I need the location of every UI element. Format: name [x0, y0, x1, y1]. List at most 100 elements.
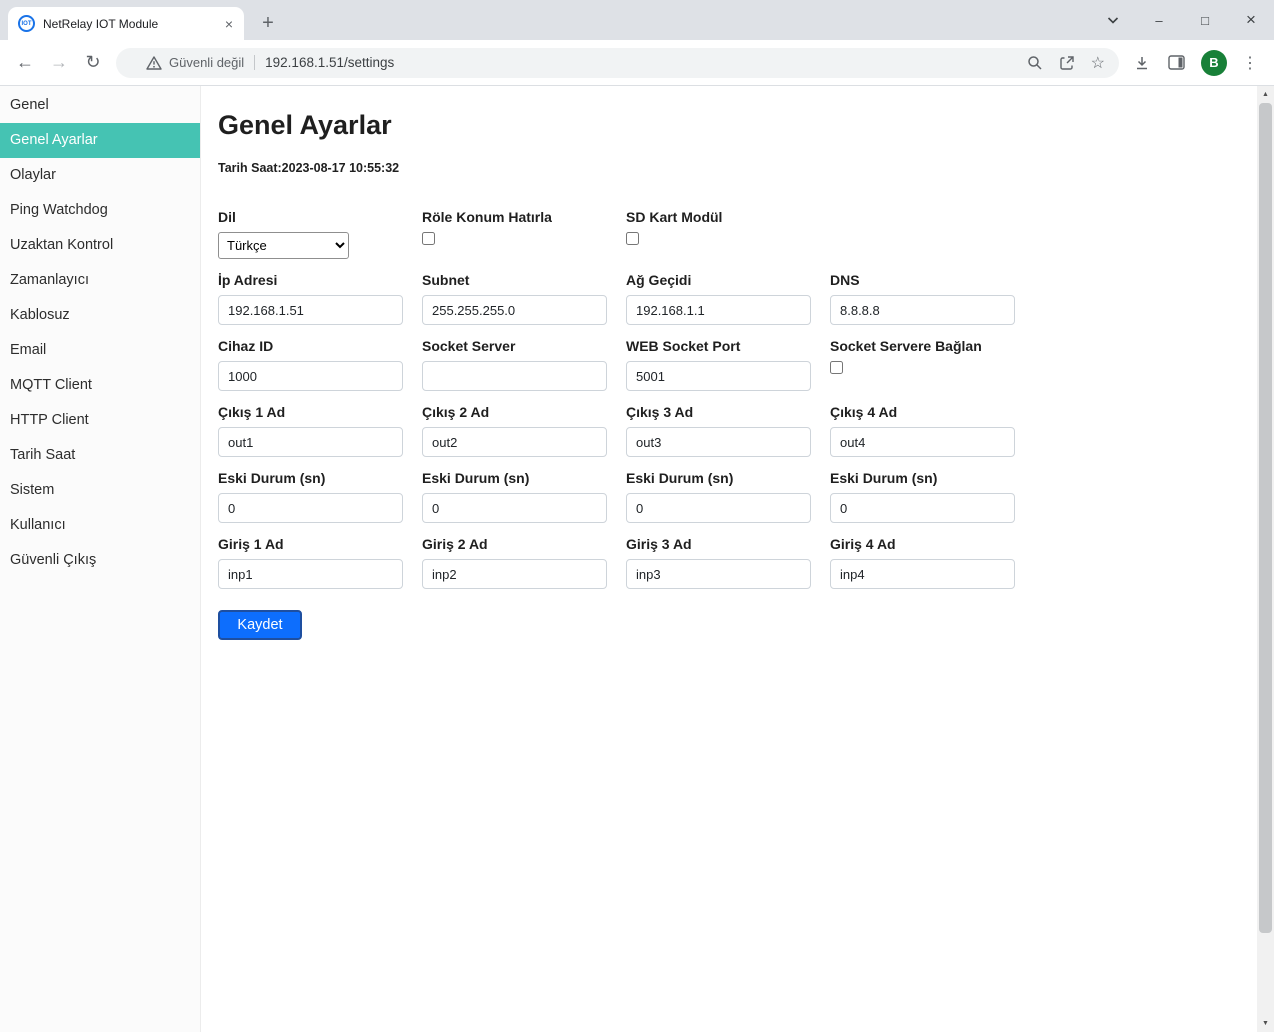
side-panel-icon[interactable]	[1168, 55, 1185, 70]
field-giris4: Giriş 4 Ad	[830, 536, 1034, 589]
device-id-input[interactable]	[218, 361, 403, 391]
sidebar-item-sistem[interactable]: Sistem	[0, 473, 200, 508]
field-socket-server: Socket Server	[422, 338, 626, 391]
bookmark-star-icon[interactable]: ☆	[1091, 53, 1105, 73]
field-ag-gecidi: Ağ Geçidi	[626, 272, 830, 325]
address-bar[interactable]: Güvenli değil 192.168.1.51/settings ☆	[116, 48, 1119, 78]
subnet-input[interactable]	[422, 295, 607, 325]
web-socket-port-input[interactable]	[626, 361, 811, 391]
sidebar-item-mqtt-client[interactable]: MQTT Client	[0, 368, 200, 403]
maximize-button[interactable]: □	[1182, 0, 1228, 40]
field-eski-durum2: Eski Durum (sn)	[422, 470, 626, 523]
output3-name-input[interactable]	[626, 427, 811, 457]
scroll-down-icon[interactable]: ▼	[1257, 1015, 1274, 1032]
prev-state4-input[interactable]	[830, 493, 1015, 523]
prev-state1-input[interactable]	[218, 493, 403, 523]
field-socket-servere-baglan: Socket Servere Bağlan	[830, 338, 1034, 391]
sidebar-nav: Genel Genel Ayarlar Olaylar Ping Watchdo…	[0, 86, 201, 1032]
menu-kebab-icon[interactable]: ⋮	[1242, 53, 1258, 73]
sidebar-item-guvenli-cikis[interactable]: Güvenli Çıkış	[0, 543, 200, 578]
eski-durum3-label: Eski Durum (sn)	[626, 470, 830, 486]
share-icon[interactable]	[1059, 55, 1075, 71]
profile-avatar[interactable]: B	[1201, 50, 1227, 76]
sidebar-item-ping-watchdog[interactable]: Ping Watchdog	[0, 193, 200, 228]
field-eski-durum3: Eski Durum (sn)	[626, 470, 830, 523]
browser-tab[interactable]: IOT NetRelay IOT Module ×	[8, 7, 244, 40]
settings-form: Dil Türkçe Röle Konum Hatırla SD Kart Mo…	[218, 209, 1274, 602]
scroll-up-icon[interactable]: ▲	[1257, 86, 1274, 103]
eski-durum2-label: Eski Durum (sn)	[422, 470, 626, 486]
reload-button[interactable]: ↻	[78, 48, 108, 78]
input3-name-input[interactable]	[626, 559, 811, 589]
giris2-label: Giriş 2 Ad	[422, 536, 626, 552]
field-giris1: Giriş 1 Ad	[218, 536, 422, 589]
url-text: 192.168.1.51/settings	[265, 55, 394, 70]
security-warning-label: Güvenli değil	[169, 55, 244, 70]
relay-position-checkbox[interactable]	[422, 232, 435, 245]
chevron-down-icon[interactable]	[1090, 0, 1136, 40]
settings-main: Genel Ayarlar Tarih Saat:2023-08-17 10:5…	[201, 86, 1274, 1032]
output2-name-input[interactable]	[422, 427, 607, 457]
page-scrollbar[interactable]: ▲ ▼	[1257, 86, 1274, 1032]
field-cikis4: Çıkış 4 Ad	[830, 404, 1034, 457]
field-role-konum-hatirla: Röle Konum Hatırla	[422, 209, 626, 259]
dns-input[interactable]	[830, 295, 1015, 325]
page-content: Genel Genel Ayarlar Olaylar Ping Watchdo…	[0, 86, 1274, 1032]
field-cikis2: Çıkış 2 Ad	[422, 404, 626, 457]
cikis1-label: Çıkış 1 Ad	[218, 404, 422, 420]
scrollbar-thumb[interactable]	[1259, 103, 1272, 933]
download-icon[interactable]	[1134, 55, 1150, 71]
field-ip-adresi: İp Adresi	[218, 272, 422, 325]
socket-connect-checkbox[interactable]	[830, 361, 843, 374]
search-icon[interactable]	[1027, 55, 1043, 71]
gateway-input[interactable]	[626, 295, 811, 325]
sidebar-item-olaylar[interactable]: Olaylar	[0, 158, 200, 193]
output1-name-input[interactable]	[218, 427, 403, 457]
input2-name-input[interactable]	[422, 559, 607, 589]
sidebar-item-email[interactable]: Email	[0, 333, 200, 368]
field-eski-durum4: Eski Durum (sn)	[830, 470, 1034, 523]
sidebar-item-kullanici[interactable]: Kullanıcı	[0, 508, 200, 543]
minimize-button[interactable]: –	[1136, 0, 1182, 40]
field-cikis3: Çıkış 3 Ad	[626, 404, 830, 457]
back-button[interactable]: ←	[10, 48, 40, 78]
ip-adresi-label: İp Adresi	[218, 272, 422, 288]
output4-name-input[interactable]	[830, 427, 1015, 457]
socket-servere-baglan-label: Socket Servere Bağlan	[830, 338, 1034, 354]
socket-server-input[interactable]	[422, 361, 607, 391]
save-button[interactable]: Kaydet	[218, 610, 302, 640]
browser-window: IOT NetRelay IOT Module × + – □ × ← → ↻ …	[0, 0, 1274, 1032]
sidebar-item-tarih-saat[interactable]: Tarih Saat	[0, 438, 200, 473]
prev-state3-input[interactable]	[626, 493, 811, 523]
cihaz-id-label: Cihaz ID	[218, 338, 422, 354]
field-sd-kart-modul: SD Kart Modül	[626, 209, 830, 259]
language-select[interactable]: Türkçe	[218, 232, 349, 259]
tab-title: NetRelay IOT Module	[43, 17, 220, 31]
tab-close-icon[interactable]: ×	[220, 16, 238, 32]
sidebar-item-uzaktan-kontrol[interactable]: Uzaktan Kontrol	[0, 228, 200, 263]
forward-button[interactable]: →	[44, 48, 74, 78]
prev-state2-input[interactable]	[422, 493, 607, 523]
sidebar-item-http-client[interactable]: HTTP Client	[0, 403, 200, 438]
input4-name-input[interactable]	[830, 559, 1015, 589]
sd-card-checkbox[interactable]	[626, 232, 639, 245]
datetime-label: Tarih Saat:2023-08-17 10:55:32	[218, 161, 1274, 175]
site-favicon-icon: IOT	[18, 15, 35, 32]
input1-name-input[interactable]	[218, 559, 403, 589]
window-controls: – □ ×	[1090, 0, 1274, 40]
sidebar-item-genel[interactable]: Genel	[0, 88, 200, 123]
cikis3-label: Çıkış 3 Ad	[626, 404, 830, 420]
field-giris3: Giriş 3 Ad	[626, 536, 830, 589]
security-warning-icon[interactable]	[146, 56, 162, 70]
sidebar-item-genel-ayarlar[interactable]: Genel Ayarlar	[0, 123, 200, 158]
field-cikis1: Çıkış 1 Ad	[218, 404, 422, 457]
subnet-label: Subnet	[422, 272, 626, 288]
field-dns: DNS	[830, 272, 1034, 325]
sidebar-item-kablosuz[interactable]: Kablosuz	[0, 298, 200, 333]
dns-label: DNS	[830, 272, 1034, 288]
sidebar-item-zamanlayici[interactable]: Zamanlayıcı	[0, 263, 200, 298]
new-tab-button[interactable]: +	[254, 9, 282, 37]
field-dil: Dil Türkçe	[218, 209, 422, 259]
ip-address-input[interactable]	[218, 295, 403, 325]
close-button[interactable]: ×	[1228, 0, 1274, 40]
